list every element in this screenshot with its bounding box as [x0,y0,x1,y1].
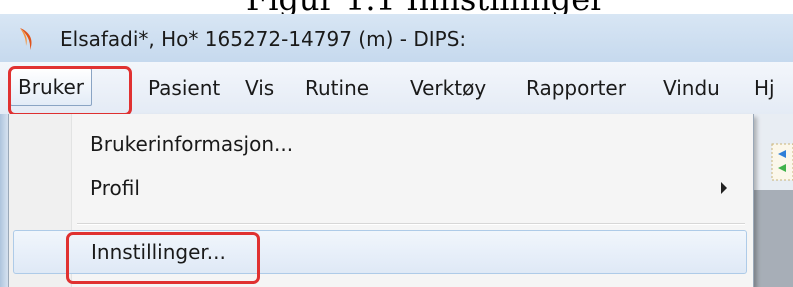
figure-caption: Figur 1.1 Innstillinger [246,0,605,14]
menu-separator [77,223,745,225]
menuitem-profil[interactable]: Profil [13,166,745,210]
menuitem-label: Brukerinformasjon... [90,132,294,156]
menu-rutine[interactable]: Rutine [305,76,369,100]
menu-bruker[interactable]: Bruker [10,68,93,106]
submenu-arrow-icon [721,182,727,194]
bruker-dropdown-menu: Brukerinformasjon... Profil Innstillinge… [8,114,754,287]
menu-vis[interactable]: Vis [245,76,274,100]
menu-vindu[interactable]: Vindu [663,76,720,100]
menu-verktoy[interactable]: Verktøy [410,76,486,100]
window-title: Elsafadi*, Ho* 165272-14797 (m) - DIPS: [60,27,467,51]
toolbar-arrows-icon[interactable] [770,140,793,184]
window-left-edge [0,114,8,287]
menuitem-label: Profil [90,176,140,200]
dips-logo-icon [20,28,32,50]
menu-bar: Bruker Pasient Vis Rutine Verktøy Rappor… [0,62,793,115]
menu-hjelp[interactable]: Hj [754,76,775,100]
menu-rapporter[interactable]: Rapporter [526,76,626,100]
figure-caption-strip: Figur 1.1 Innstillinger [0,0,793,14]
app-background-lower [752,190,793,287]
menuitem-innstillinger[interactable]: Innstillinger... [13,230,747,274]
menuitem-brukerinformasjon[interactable]: Brukerinformasjon... [13,122,745,166]
menu-pasient[interactable]: Pasient [148,76,220,100]
menuitem-label: Innstillinger... [91,240,226,264]
window-titlebar: Elsafadi*, Ho* 165272-14797 (m) - DIPS: [0,14,793,62]
